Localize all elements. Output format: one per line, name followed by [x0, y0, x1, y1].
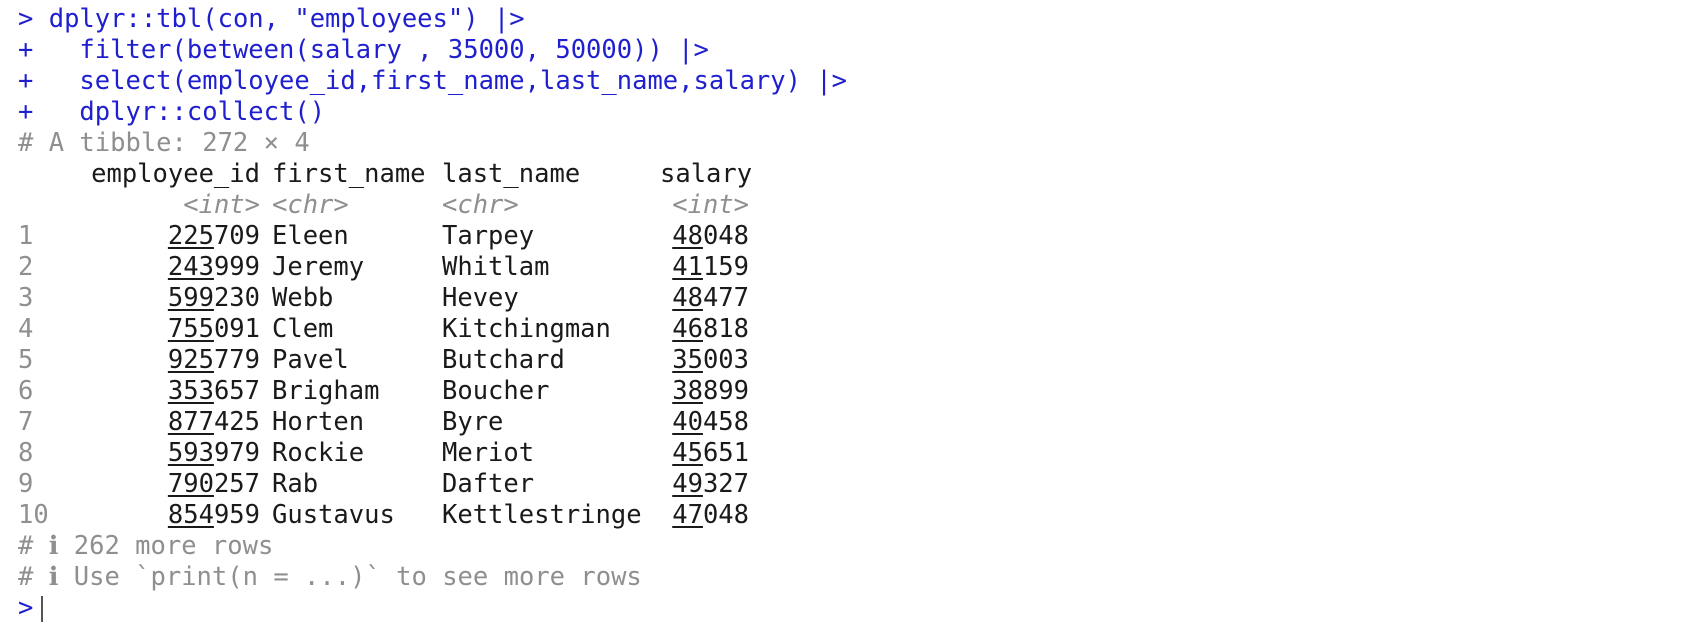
console-prompt: > — [18, 593, 34, 623]
row-number: 4 — [18, 314, 34, 344]
row-number: 10 — [18, 500, 49, 530]
cell-salary: 49327 — [672, 469, 749, 499]
cell-first-name: Jeremy — [272, 252, 365, 282]
cell-first-name: Brigham — [272, 376, 380, 406]
cell-salary: 45651 — [672, 438, 749, 468]
continuation-prompt: + — [18, 66, 34, 96]
cell-salary: 40458 — [672, 407, 749, 437]
table-row: 6 353657 Brigham Boucher 38899 — [18, 376, 1684, 407]
command-line-2: + filter(between(salary , 35000, 50000))… — [18, 35, 1684, 66]
r-console[interactable]: > dplyr::tbl(con, "employees") |> + filt… — [0, 0, 1684, 630]
cell-last-name: Hevey — [442, 283, 519, 313]
column-type: <chr> — [272, 190, 349, 220]
cell-salary: 48477 — [672, 283, 749, 313]
cell-first-name: Eleen — [272, 221, 349, 251]
cell-salary: 38899 — [672, 376, 749, 406]
row-number: 2 — [18, 252, 34, 282]
cell-salary: 35003 — [672, 345, 749, 375]
cell-first-name: Rab — [272, 469, 319, 499]
cell-salary: 47048 — [672, 500, 749, 530]
cell-employee-id: 877425 — [167, 407, 260, 437]
command-line-4: + dplyr::collect() — [18, 97, 1684, 128]
footer-line-more-rows: # ℹ 262 more rows — [18, 531, 274, 561]
footer-line-print-hint: # ℹ Use `print(n = ...)` to see more row… — [18, 562, 642, 592]
command-text: dplyr::tbl(con, "employees") |> — [48, 4, 525, 34]
column-name: salary — [660, 159, 753, 189]
row-number: 9 — [18, 469, 34, 499]
column-name: first_name — [272, 159, 426, 189]
tibble-rows: 1 225709 Eleen Tarpey 48048 2 243999 Jeremy Whit… — [18, 221, 1684, 531]
column-name: last_name — [442, 159, 581, 189]
table-row: 7 877425 Horten Byre 40458 — [18, 407, 1684, 438]
command-text: select(employee_id,first_name,last_name,… — [48, 66, 848, 96]
cell-employee-id: 353657 — [167, 376, 260, 406]
cell-employee-id: 243999 — [167, 252, 260, 282]
cell-last-name: Kitchingman — [442, 314, 611, 344]
cell-employee-id: 225709 — [167, 221, 260, 251]
cell-last-name: Dafter — [442, 469, 535, 499]
row-number: 6 — [18, 376, 34, 406]
column-names-row: employee_id first_name last_name salary — [18, 159, 1684, 190]
cell-salary: 46818 — [672, 314, 749, 344]
input-line[interactable]: > — [18, 593, 1684, 624]
cell-salary: 48048 — [672, 221, 749, 251]
cell-first-name: Webb — [272, 283, 334, 313]
cell-employee-id: 593979 — [167, 438, 260, 468]
table-row: 3 599230 Webb Hevey 48477 — [18, 283, 1684, 314]
row-number: 1 — [18, 221, 34, 251]
column-type: <int> — [183, 190, 260, 220]
table-row: 2 243999 Jeremy Whitlam 41159 — [18, 252, 1684, 283]
table-row: 9 790257 Rab Dafter 49327 — [18, 469, 1684, 500]
cell-employee-id: 854959 — [167, 500, 260, 530]
table-row: 1 225709 Eleen Tarpey 48048 — [18, 221, 1684, 252]
cell-last-name: Whitlam — [442, 252, 550, 282]
cell-first-name: Horten — [272, 407, 365, 437]
command-line-1: > dplyr::tbl(con, "employees") |> — [18, 4, 1684, 35]
row-number: 5 — [18, 345, 34, 375]
column-type: <chr> — [442, 190, 519, 220]
table-row: 5 925779 Pavel Butchard 35003 — [18, 345, 1684, 376]
row-number: 7 — [18, 407, 34, 437]
row-number: 8 — [18, 438, 34, 468]
cell-last-name: Byre — [442, 407, 504, 437]
command-line-3: + select(employee_id,first_name,last_nam… — [18, 66, 1684, 97]
continuation-prompt: + — [18, 35, 34, 65]
cell-salary: 41159 — [672, 252, 749, 282]
column-name: employee_id — [91, 159, 260, 189]
cell-first-name: Gustavus — [272, 500, 395, 530]
cell-employee-id: 599230 — [167, 283, 260, 313]
row-number: 3 — [18, 283, 34, 313]
cell-employee-id: 790257 — [167, 469, 260, 499]
cell-first-name: Pavel — [272, 345, 349, 375]
tibble-header: # A tibble: 272 × 4 — [18, 128, 310, 158]
table-row: 4 755091 Clem Kitchingman 46818 — [18, 314, 1684, 345]
column-types-row: <int> <chr> <chr> <int> — [18, 190, 1684, 221]
cell-employee-id: 755091 — [167, 314, 260, 344]
cell-first-name: Clem — [272, 314, 334, 344]
continuation-prompt: + — [18, 97, 34, 127]
table-row: 10 854959 Gustavus Kettlestringe 47048 — [18, 500, 1684, 531]
column-type: <int> — [672, 190, 749, 220]
cell-first-name: Rockie — [272, 438, 365, 468]
command-text: dplyr::collect() — [48, 97, 326, 127]
cell-last-name: Butchard — [442, 345, 565, 375]
cell-last-name: Meriot — [442, 438, 535, 468]
table-row: 8 593979 Rockie Meriot 45651 — [18, 438, 1684, 469]
cell-last-name: Tarpey — [442, 221, 535, 251]
text-cursor — [41, 596, 44, 622]
console-prompt: > — [18, 4, 34, 34]
cell-employee-id: 925779 — [167, 345, 260, 375]
command-text: filter(between(salary , 35000, 50000)) |… — [48, 35, 709, 65]
cell-last-name: Boucher — [442, 376, 550, 406]
cell-last-name: Kettlestringe — [442, 500, 642, 530]
